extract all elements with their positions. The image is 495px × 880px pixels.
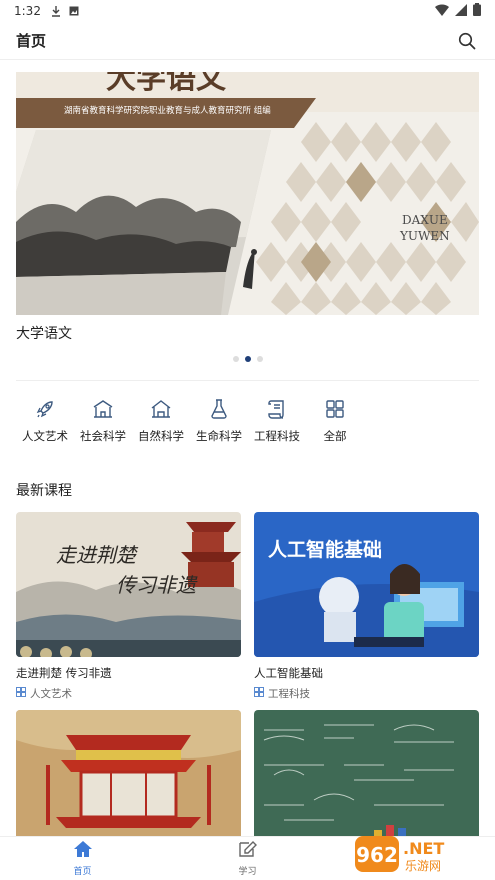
scroll-icon [264,396,290,422]
grid-icon [16,687,26,700]
svg-text:962: 962 [356,843,398,867]
status-bar: 1:32 [0,0,495,22]
category-label: 社会科学 [80,429,126,443]
thumb-title-1: 走进荆楚 [56,543,139,567]
course-title[interactable]: 走进荆楚 传习非遗 [16,665,241,681]
carousel-dots [0,356,495,362]
flask-icon [206,396,232,422]
category-all[interactable]: 全部 [306,396,364,444]
course-tag-label: 工程科技 [268,688,310,700]
edit-icon [238,840,258,862]
wifi-icon [435,3,449,19]
course-tag: 人文艺术 [16,686,241,701]
thumb-title-2: 传习非遗 [116,573,198,597]
download-icon [51,5,61,17]
course-card[interactable] [16,710,241,855]
status-time: 1:32 [14,4,41,18]
category-label: 全部 [323,429,347,443]
category-label: 自然科学 [138,429,184,443]
thumb-title-1: 人工智能基础 [268,538,382,561]
course-card[interactable]: 走进荆楚 传习非遗 走进荆楚 传习非遗 人文艺术 [16,512,241,701]
course-card[interactable]: 人工智能基础 人工智能基础 工程科技 [254,512,479,701]
banner-book-title-2: YUWEN [399,229,450,243]
banner-publisher: 湖南省教育科学研究院职业教育与成人教育研究所 组编 [64,105,271,116]
divider [16,380,479,381]
course-title[interactable]: 人工智能基础 [254,665,479,681]
course-thumbnail[interactable]: 人工智能基础 [254,512,479,657]
battery-icon [473,3,481,19]
carousel-dot[interactable] [232,356,239,362]
tab-label: 首页 [73,867,92,877]
tab-label: 学习 [238,867,257,877]
banner-book-title-1: DAXUE [402,213,448,227]
grid-icon [254,687,264,700]
category-humanities-art[interactable]: 人文艺术 [16,396,74,444]
rocket-icon [32,396,58,422]
app-bar: 首页 [0,22,495,60]
category-row: 人文艺术 社会科学 自然科学 生命科学 工程科技 全部 [16,396,364,444]
page-title: 首页 [16,32,47,50]
image-notification-icon [69,6,79,16]
svg-text:.NET: .NET [403,839,444,858]
search-icon[interactable] [455,29,479,53]
watermark-sub: 乐游网 [405,859,441,873]
category-life-science[interactable]: 生命科学 [190,396,248,444]
category-label: 工程科技 [254,429,300,443]
svg-text:大学语文: 大学语文 [106,72,226,96]
carousel-dot[interactable] [256,356,263,362]
signal-icon [455,3,467,19]
category-natural-science[interactable]: 自然科学 [132,396,190,444]
course-thumbnail[interactable] [16,710,241,855]
banner-caption[interactable]: 大学语文 [16,323,72,343]
house-icon [148,396,174,422]
course-thumbnail[interactable]: 走进荆楚 传习非遗 [16,512,241,657]
home-icon [73,840,93,862]
category-label: 人文艺术 [22,429,68,443]
building-icon [90,396,116,422]
tab-home[interactable]: 首页 [0,837,165,880]
grid-icon [322,396,348,422]
tab-study[interactable]: 学习 [165,837,330,880]
course-tag-label: 人文艺术 [30,688,72,700]
category-engineering[interactable]: 工程科技 [248,396,306,444]
category-social-science[interactable]: 社会科学 [74,396,132,444]
carousel-dot-active[interactable] [244,356,251,362]
section-title-latest-courses: 最新课程 [16,483,72,499]
category-label: 生命科学 [196,429,242,443]
banner-carousel[interactable]: 大学语文 湖南省教育科学研究院职业教育与成人教育研究所 组编 DAXUE YUW… [16,72,479,315]
watermark-logo: 962 .NET 乐游网 [355,832,485,876]
course-tag: 工程科技 [254,686,479,701]
